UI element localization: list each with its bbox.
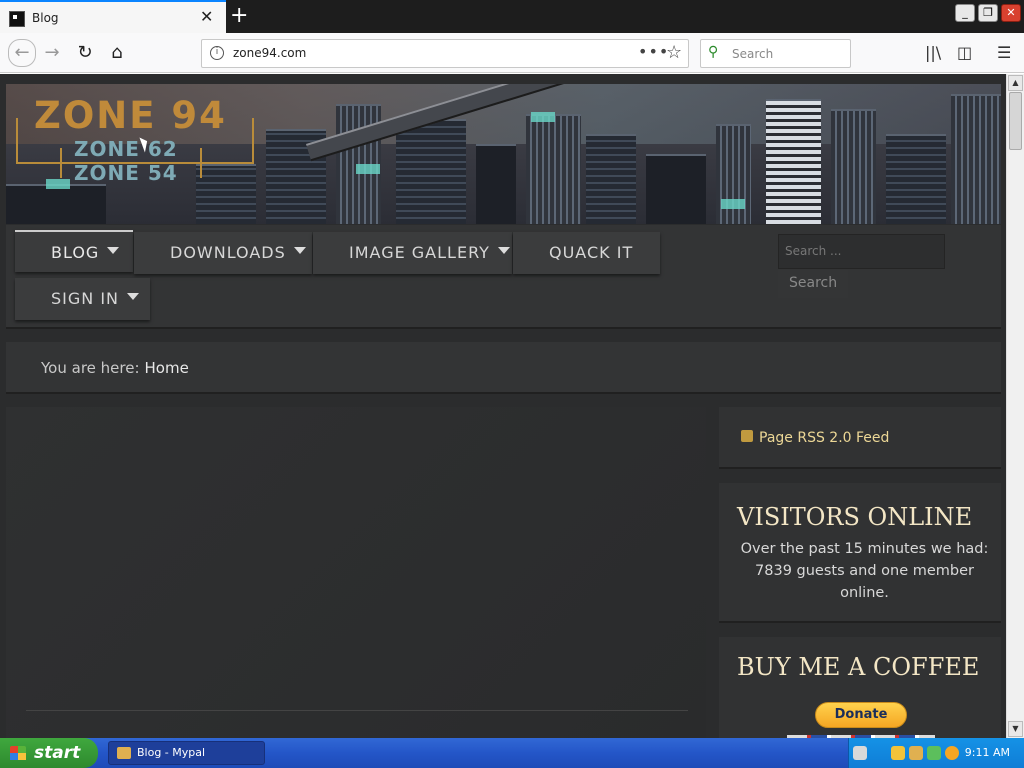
menu-label: SIGN IN — [51, 289, 120, 308]
taskbar-item-label: Blog - Mypal — [137, 746, 206, 759]
menu-label: QUACK IT — [549, 243, 634, 262]
banner-neon — [531, 112, 555, 122]
browser-search-placeholder: Search — [732, 47, 774, 61]
breadcrumb-prefix: You are here: — [41, 359, 140, 377]
menu-item-quack-it[interactable]: QUACK IT — [513, 232, 660, 274]
windows-logo-icon — [10, 746, 26, 760]
info-icon[interactable]: i — [210, 46, 224, 60]
scroll-up-icon[interactable]: ▲ — [1008, 75, 1023, 91]
caret-down-icon — [497, 247, 510, 254]
donate-button[interactable]: Donate — [815, 702, 907, 728]
caret-down-icon — [127, 293, 140, 300]
minimize-button[interactable]: _ — [955, 4, 975, 22]
site-logo[interactable]: ZONE 94 — [34, 96, 227, 136]
security-shield-icon[interactable] — [891, 746, 905, 760]
home-icon[interactable]: ⌂ — [105, 41, 129, 65]
banner-neon — [356, 164, 380, 174]
new-tab-button[interactable]: + — [230, 4, 248, 28]
menu-label: IMAGE GALLERY — [349, 243, 490, 262]
search-engine-icon[interactable]: ⚲ — [708, 44, 718, 60]
menu-item-downloads[interactable]: DOWNLOADS — [134, 232, 312, 274]
banner-building — [646, 154, 706, 224]
banner-building — [951, 94, 1001, 224]
breadcrumb: You are here: Home — [6, 342, 1001, 394]
rss-icon — [741, 430, 753, 442]
banner-building — [396, 119, 466, 224]
menu-item-blog[interactable]: BLOG — [15, 230, 133, 272]
nav-toolbar: ← → ↻ ⌂ i zone94.com ••• ☆ ⚲ Search ||\ … — [0, 33, 1024, 73]
visitors-heading: VISITORS ONLINE — [737, 503, 973, 531]
coffee-module: BUY ME A COFFEE Donate — [719, 637, 1001, 738]
banner-building — [886, 134, 946, 224]
banner-building — [476, 144, 516, 224]
rss-module: Page RSS 2.0 Feed — [719, 407, 1001, 469]
taskbar: start Blog - Mypal 9:11 AM — [0, 738, 1024, 768]
bookmark-star-icon[interactable]: ☆ — [666, 42, 682, 63]
banner-building — [766, 99, 821, 224]
taskbar-item-browser[interactable]: Blog - Mypal — [108, 741, 265, 765]
banner-neon — [721, 199, 745, 209]
banner-neon — [46, 179, 70, 189]
logo-subtitle-1: ZONE 62 — [74, 137, 178, 161]
caret-down-icon — [107, 247, 120, 254]
library-icon[interactable]: ||\ — [925, 43, 941, 62]
caret-down-icon — [293, 247, 306, 254]
hamburger-menu-icon[interactable]: ☰ — [997, 43, 1011, 62]
menu-item-image-gallery[interactable]: IMAGE GALLERY — [313, 232, 512, 274]
logo-subtitle-2: ZONE 54 — [74, 161, 178, 185]
content-divider — [26, 710, 688, 711]
site-favicon-icon — [9, 11, 25, 27]
start-button[interactable]: start — [0, 738, 98, 768]
page-viewport: ZONE 94 ZONE 62 ZONE 54 BLOG DOWNLOADS I… — [0, 74, 1006, 738]
page-actions-icon[interactable]: ••• — [638, 42, 669, 61]
network-icon[interactable] — [927, 746, 941, 760]
main-content-area — [6, 407, 706, 738]
menu-item-sign-in[interactable]: SIGN IN — [15, 278, 150, 320]
tab-blog[interactable]: Blog ✕ — [0, 0, 226, 33]
visitors-module: VISITORS ONLINE Over the past 15 minutes… — [719, 483, 1001, 623]
coffee-heading: BUY ME A COFFEE — [737, 653, 980, 681]
tray-app-icon[interactable] — [909, 746, 923, 760]
site-banner[interactable]: ZONE 94 ZONE 62 ZONE 54 — [6, 84, 1001, 224]
browser-app-icon — [117, 747, 131, 759]
tab-strip: Blog ✕ + _ ❐ ✕ — [0, 0, 1024, 33]
restore-button[interactable]: ❐ — [978, 4, 998, 22]
menu-label: DOWNLOADS — [170, 243, 286, 262]
tab-title: Blog — [32, 11, 59, 25]
sidebar-icon[interactable]: ◫ — [957, 43, 972, 62]
start-label: start — [34, 743, 81, 763]
reload-icon[interactable]: ↻ — [73, 41, 97, 65]
banner-building — [716, 124, 751, 224]
banner-building — [526, 114, 581, 224]
site-search-input[interactable]: Search ... — [778, 234, 945, 269]
page-scrollbar[interactable]: ▲ ▼ — [1006, 74, 1024, 738]
window-close-button[interactable]: ✕ — [1001, 4, 1021, 22]
breadcrumb-home: Home — [144, 359, 189, 377]
scroll-down-icon[interactable]: ▼ — [1008, 721, 1023, 737]
banner-building — [6, 184, 106, 224]
visitors-text: Over the past 15 minutes we had: 7839 gu… — [740, 541, 989, 601]
forward-arrow-icon[interactable]: → — [40, 41, 64, 65]
banner-building — [196, 164, 256, 224]
rss-link[interactable]: Page RSS 2.0 Feed — [759, 430, 889, 446]
back-arrow-icon[interactable]: ← — [8, 39, 36, 67]
url-bar[interactable]: i zone94.com ••• ☆ — [201, 39, 689, 68]
system-tray: 9:11 AM — [848, 738, 1024, 768]
keyboard-icon[interactable] — [853, 746, 867, 760]
search-tray-icon[interactable] — [945, 746, 959, 760]
site-search-button[interactable]: Search — [778, 270, 848, 298]
menu-label: BLOG — [51, 243, 100, 262]
banner-building — [586, 134, 636, 224]
main-navigation: BLOG DOWNLOADS IMAGE GALLERY QUACK IT SI… — [6, 225, 1001, 329]
browser-search-input[interactable]: ⚲ Search — [700, 39, 851, 68]
clock: 9:11 AM — [964, 746, 1010, 759]
scroll-thumb[interactable] — [1009, 92, 1022, 150]
banner-building — [831, 109, 876, 224]
close-tab-icon[interactable]: ✕ — [200, 8, 213, 26]
url-text[interactable]: zone94.com — [233, 46, 306, 60]
